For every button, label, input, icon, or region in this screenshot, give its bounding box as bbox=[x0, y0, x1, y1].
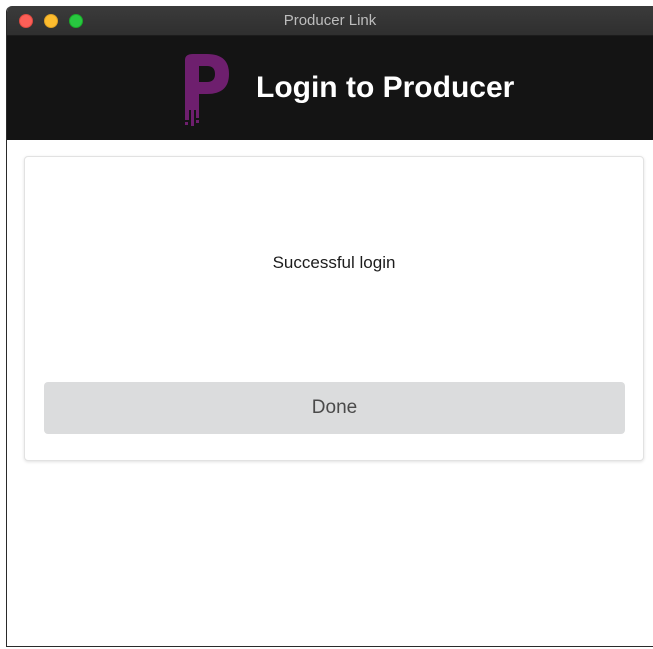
page-title: Login to Producer bbox=[256, 71, 515, 104]
status-message: Successful login bbox=[272, 253, 396, 272]
login-result-card: Successful login Done bbox=[24, 156, 644, 461]
producer-logo-icon bbox=[185, 54, 229, 126]
app-window: Producer Link Login to Producer Successf… bbox=[6, 6, 653, 647]
done-button[interactable]: Done bbox=[44, 382, 625, 434]
app-header: Login to Producer bbox=[7, 36, 653, 140]
title-bar[interactable]: Producer Link bbox=[7, 6, 653, 36]
window-title: Producer Link bbox=[283, 12, 377, 29]
